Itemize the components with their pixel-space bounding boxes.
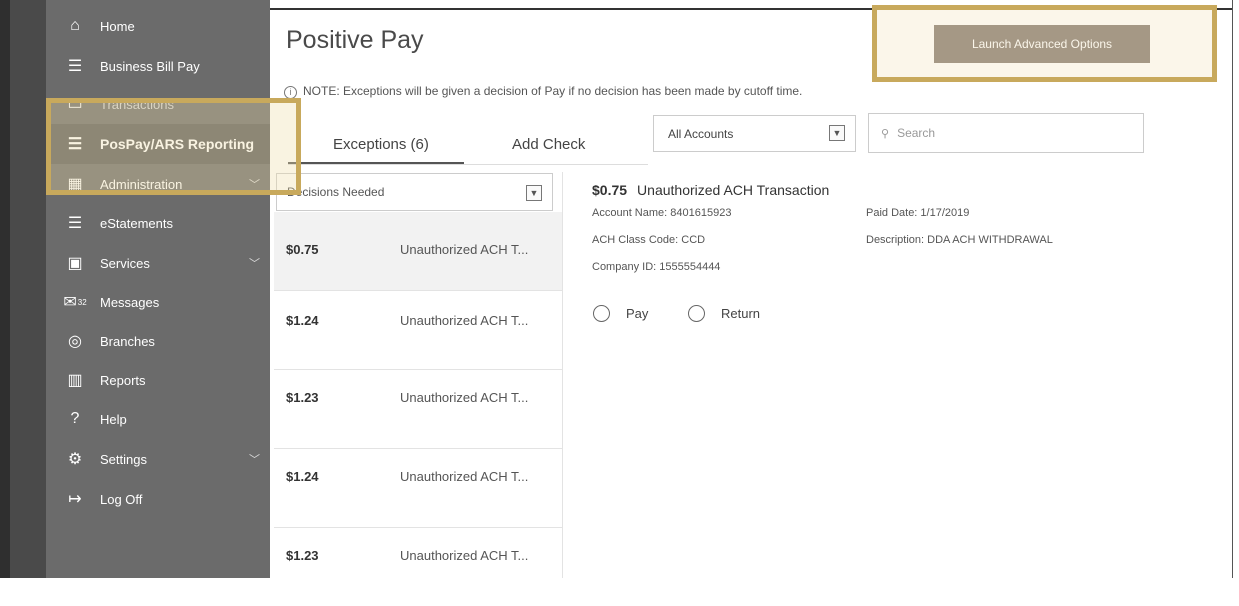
highlight-box-pospay (46, 98, 301, 195)
exception-row[interactable]: $1.24 Unauthorized ACH T... (274, 449, 562, 528)
return-radio[interactable]: Return (688, 305, 760, 322)
sidebar-item-label: Log Off (100, 491, 143, 507)
sidebar-item-label: Branches (100, 333, 155, 349)
sidebar-item-home[interactable]: ⌂ Home (46, 6, 270, 46)
active-tab-indicator (288, 162, 464, 164)
chart-icon: ▥ (67, 372, 83, 389)
detail-amount: $0.75 (592, 182, 628, 198)
exception-amount: $0.75 (286, 242, 319, 257)
cutoff-note-text: NOTE: Exceptions will be given a decisio… (303, 84, 803, 98)
account-select-value: All Accounts (668, 126, 734, 141)
return-radio-label: Return (721, 306, 761, 321)
chevron-down-icon: ﹀ (249, 258, 260, 270)
search-icon: ⚲ (881, 127, 890, 140)
pay-radio-label: Pay (626, 306, 649, 321)
sidebar-item-services[interactable]: ▣ Services ﹀ (46, 243, 270, 283)
location-icon: ◎ (68, 333, 82, 350)
account-select[interactable]: All Accounts ▼ (653, 115, 856, 152)
highlight-box-launch (872, 5, 1217, 82)
window-edge-right (1232, 0, 1239, 578)
logout-icon: ↦ (68, 491, 82, 508)
sidebar-item-estatements[interactable]: ☰ eStatements (46, 203, 270, 243)
sidebar-item-label: Settings (100, 451, 147, 467)
cutoff-note: i NOTE: Exceptions will be given a decisi… (284, 84, 802, 99)
detail-title: Unauthorized ACH Transaction (637, 182, 830, 198)
sidebar-item-business-bill-pay[interactable]: ☰ Business Bill Pay (46, 46, 270, 86)
chevron-down-icon: ﹀ (249, 454, 260, 466)
sidebar-item-label: Help (100, 411, 127, 427)
decision-filter-select[interactable]: Decisions Needed ▼ (276, 173, 553, 211)
detail-description: Description: DDA ACH WITHDRAWAL (866, 234, 1053, 246)
exception-row[interactable]: $1.23 Unauthorized ACH T... (274, 370, 562, 449)
exception-row[interactable]: $1.23 Unauthorized ACH T... (274, 528, 562, 606)
pay-radio[interactable]: Pay (593, 305, 648, 322)
exception-row[interactable]: $0.75 Unauthorized ACH T... (274, 212, 562, 291)
sidebar-item-label: Home (100, 18, 135, 34)
exception-description: Unauthorized ACH T... (400, 242, 529, 257)
exception-row[interactable]: $1.24 Unauthorized ACH T... (274, 291, 562, 370)
sidebar-item-help[interactable]: ? Help (46, 399, 270, 439)
tab-divider (288, 164, 648, 165)
search-input[interactable]: ⚲ Search (868, 113, 1144, 153)
sidebar-item-label: Services (100, 255, 150, 271)
chevron-down-icon[interactable]: ▼ (526, 185, 542, 201)
tab-exceptions[interactable]: Exceptions (6) (333, 136, 429, 153)
list-icon: ☰ (67, 58, 83, 75)
radio-circle[interactable] (593, 305, 610, 322)
list-icon: ☰ (67, 215, 83, 232)
radio-circle[interactable] (688, 305, 705, 322)
detail-class-code: ACH Class Code: CCD (592, 234, 706, 246)
exception-amount: $1.24 (286, 469, 319, 484)
sidebar-item-label: Business Bill Pay (100, 58, 200, 74)
window-edge (0, 0, 10, 578)
sidebar-strip (10, 0, 46, 578)
mail-icon: ✉ 32 (63, 294, 87, 311)
exception-description: Unauthorized ACH T... (400, 548, 529, 563)
exception-description: Unauthorized ACH T... (400, 313, 529, 328)
page-title: Positive Pay (286, 26, 424, 54)
sidebar-item-settings[interactable]: ⚙ Settings ﹀ (46, 439, 270, 479)
exception-amount: $1.23 (286, 390, 319, 405)
exception-description: Unauthorized ACH T... (400, 390, 529, 405)
home-icon: ⌂ (70, 17, 80, 34)
help-icon: ? (70, 410, 80, 427)
chevron-down-icon[interactable]: ▼ (829, 125, 845, 141)
gear-icon: ⚙ (67, 451, 83, 468)
search-placeholder: Search (897, 126, 936, 140)
sidebar-item-log-off[interactable]: ↦ Log Off (46, 479, 270, 519)
decision-filter-value: Decisions Needed (287, 185, 385, 199)
sidebar-nav: ⌂ Home ☰ Business Bill Pay ▭ Transaction… (46, 0, 270, 578)
exception-description: Unauthorized ACH T... (400, 469, 529, 484)
sidebar-item-branches[interactable]: ◎ Branches (46, 321, 270, 361)
tab-add-check[interactable]: Add Check (512, 136, 585, 153)
sidebar-item-label: eStatements (100, 215, 173, 231)
detail-paid-date: Paid Date: 1/17/2019 (866, 207, 970, 219)
sidebar-item-label: Messages (100, 294, 160, 310)
calculator-icon: ▣ (67, 255, 83, 272)
sidebar-item-messages[interactable]: ✉ 32 Messages (46, 282, 270, 322)
exception-amount: $1.24 (286, 313, 319, 328)
messages-badge: 32 (77, 297, 87, 307)
detail-company-id: Company ID: 1555554444 (592, 261, 721, 273)
sidebar-item-reports[interactable]: ▥ Reports (46, 360, 270, 400)
sidebar-item-label: Reports (100, 372, 146, 388)
detail-header: $0.75 Unauthorized ACH Transaction (592, 182, 829, 198)
exception-amount: $1.23 (286, 548, 319, 563)
detail-account-name: Account Name: 8401615923 (592, 207, 732, 219)
